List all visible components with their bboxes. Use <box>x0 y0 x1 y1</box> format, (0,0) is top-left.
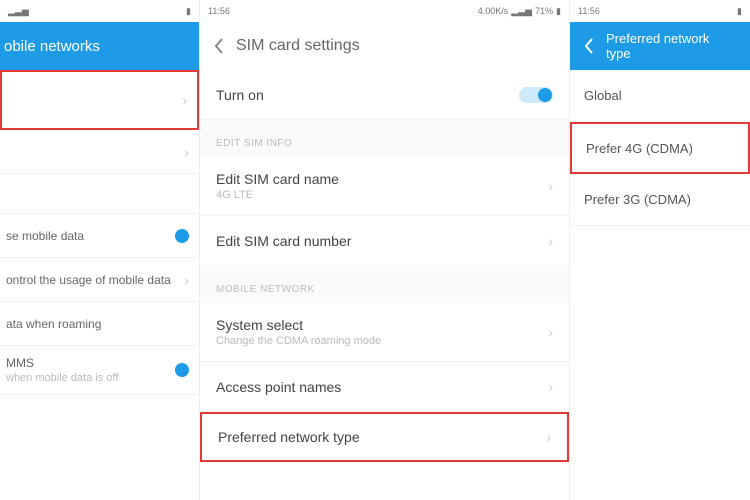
status-bar: 11:56 4.00K/s ▂▃▅ 71% ▮ <box>200 0 569 22</box>
row-mobile-data[interactable]: se mobile data <box>0 214 199 258</box>
status-left: 11:56 <box>578 6 600 16</box>
toggle-on-icon[interactable] <box>175 363 189 377</box>
option-label: Global <box>584 88 736 103</box>
status-time: 11:56 <box>208 6 230 16</box>
signal-icon: ▂▃▅ <box>511 6 532 17</box>
chevron-right-icon: › <box>184 144 189 160</box>
battery-icon: ▮ <box>737 6 742 17</box>
row-sublabel: when mobile data is off <box>6 372 175 384</box>
row-label: se mobile data <box>6 229 175 243</box>
page-title: obile networks <box>4 38 100 55</box>
row-generic-1[interactable]: › <box>0 130 199 174</box>
row-apn[interactable]: Access point names › <box>200 362 569 412</box>
header-bar: obile networks <box>0 22 199 70</box>
chevron-right-icon: › <box>184 272 189 288</box>
option-label: Prefer 4G (CDMA) <box>586 141 734 156</box>
chevron-right-icon: › <box>548 379 553 395</box>
screen-sim-card-settings: 11:56 4.00K/s ▂▃▅ 71% ▮ SIM card setting… <box>200 0 570 500</box>
section-header-edit-sim: Edit SIM info <box>200 120 569 157</box>
battery-text: 71% <box>535 6 553 16</box>
header-bar: SIM card settings <box>200 22 569 70</box>
option-global[interactable]: Global <box>570 70 750 122</box>
back-icon[interactable] <box>584 38 594 54</box>
toggle-switch[interactable] <box>519 87 553 103</box>
status-left: ▂▃▅ <box>8 6 29 17</box>
status-right: ▮ <box>737 6 742 17</box>
screen-mobile-networks: ▂▃▅ ▮ obile networks › › se mobile data … <box>0 0 200 500</box>
page-title: SIM card settings <box>236 37 360 55</box>
status-bar: ▂▃▅ ▮ <box>0 0 199 22</box>
battery-icon: ▮ <box>186 6 191 17</box>
row-sublabel: 4G LTE <box>216 189 540 201</box>
row-label: Preferred network type <box>218 429 538 445</box>
chevron-right-icon: › <box>182 92 187 108</box>
section-header-mobile-network: Mobile network <box>200 266 569 303</box>
row-label: MMS <box>6 356 175 370</box>
page-title: Preferred network type <box>606 31 736 61</box>
content-area: Global Prefer 4G (CDMA) Prefer 3G (CDMA) <box>570 70 750 500</box>
signal-icon: ▂▃▅ <box>8 6 29 17</box>
chevron-right-icon: › <box>548 233 553 249</box>
row-edit-sim-name[interactable]: Edit SIM card name 4G LTE › <box>200 157 569 216</box>
chevron-right-icon: › <box>546 429 551 445</box>
row-label: Turn on <box>216 87 519 103</box>
status-time: 11:56 <box>578 6 600 16</box>
status-net: 4.00K/s <box>478 6 509 16</box>
row-mms[interactable]: MMS when mobile data is off <box>0 346 199 395</box>
row-data-usage[interactable]: ontrol the usage of mobile data › <box>0 258 199 302</box>
status-bar: 11:56 ▮ <box>570 0 750 22</box>
chevron-right-icon: › <box>548 178 553 194</box>
row-turn-on[interactable]: Turn on <box>200 70 569 120</box>
toggle-on-icon[interactable] <box>175 229 189 243</box>
battery-icon: ▮ <box>556 6 561 17</box>
spacer <box>0 174 199 214</box>
status-left: 11:56 <box>208 6 230 16</box>
sim-slot-row[interactable]: › <box>0 70 199 130</box>
row-system-select[interactable]: System select Change the CDMA roaming mo… <box>200 303 569 362</box>
status-right: ▮ <box>186 6 191 17</box>
row-edit-sim-number[interactable]: Edit SIM card number › <box>200 216 569 266</box>
content-area: › › se mobile data ontrol the usage of m… <box>0 70 199 500</box>
chevron-right-icon: › <box>548 324 553 340</box>
row-label: ontrol the usage of mobile data <box>6 273 176 287</box>
row-label: Access point names <box>216 379 540 395</box>
back-icon[interactable] <box>214 38 224 54</box>
row-label: Edit SIM card number <box>216 233 540 249</box>
content-area: Turn on Edit SIM info Edit SIM card name… <box>200 70 569 500</box>
row-label: Edit SIM card name <box>216 171 540 187</box>
row-label: System select <box>216 317 540 333</box>
sim-slot-label <box>8 93 174 107</box>
row-roaming[interactable]: ata when roaming <box>0 302 199 346</box>
row-preferred-network-type[interactable]: Preferred network type › <box>200 412 569 462</box>
screen-preferred-network-type: 11:56 ▮ Preferred network type Global Pr… <box>570 0 750 500</box>
option-prefer-3g[interactable]: Prefer 3G (CDMA) <box>570 174 750 226</box>
header-bar: Preferred network type <box>570 22 750 70</box>
option-prefer-4g[interactable]: Prefer 4G (CDMA) <box>570 122 750 174</box>
row-sublabel: Change the CDMA roaming mode <box>216 335 540 347</box>
status-right: 4.00K/s ▂▃▅ 71% ▮ <box>478 6 561 17</box>
option-label: Prefer 3G (CDMA) <box>584 192 736 207</box>
row-label: ata when roaming <box>6 317 189 331</box>
